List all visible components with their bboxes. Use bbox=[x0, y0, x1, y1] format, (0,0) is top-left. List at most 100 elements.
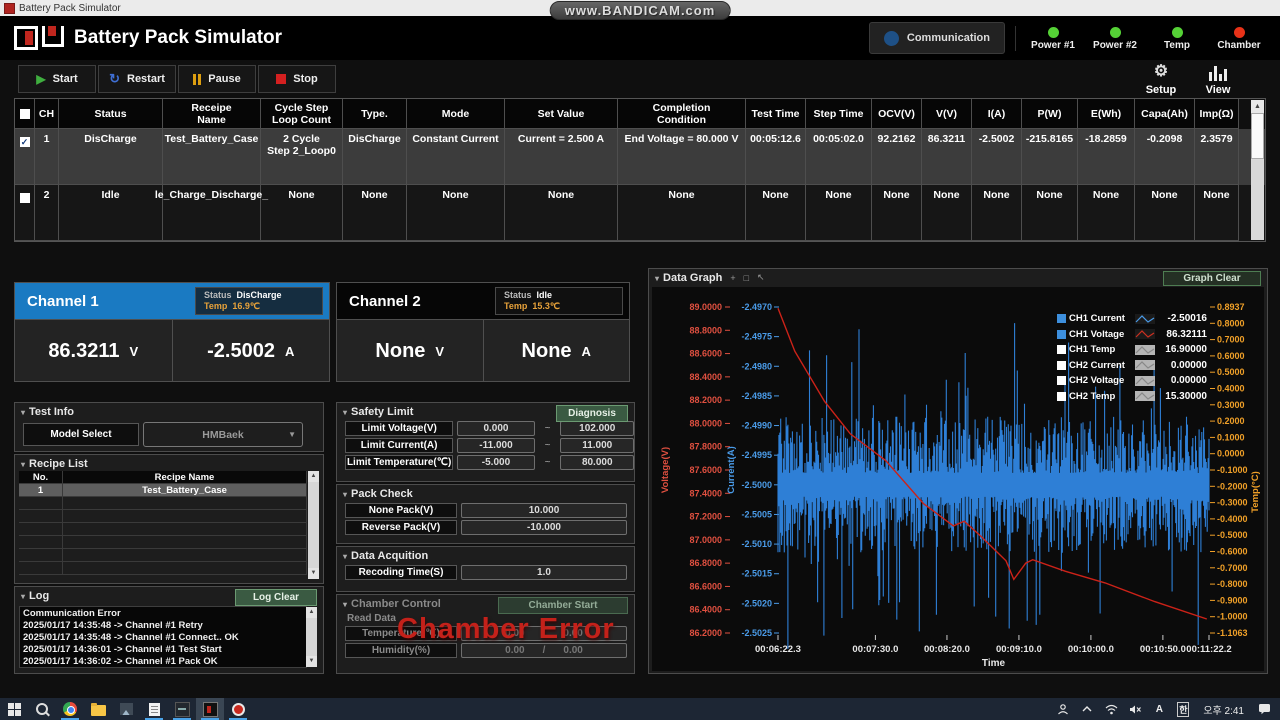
legend-checkbox[interactable] bbox=[1057, 376, 1066, 385]
table-scrollbar[interactable]: ▲ bbox=[1251, 100, 1264, 240]
limit-max-field[interactable]: 80.000 bbox=[560, 455, 634, 470]
range-tilde: ~ bbox=[545, 440, 551, 451]
row-checkbox[interactable]: ✓ bbox=[20, 137, 30, 147]
indicator-chamber: Chamber bbox=[1208, 26, 1270, 51]
view-button[interactable]: View bbox=[1195, 62, 1241, 100]
section-collapse-icon[interactable]: ▾ bbox=[343, 490, 347, 499]
pack-check-label: None Pack(V) bbox=[345, 503, 457, 518]
setup-button[interactable]: ⚙ Setup bbox=[1138, 62, 1184, 100]
safety-limit-label: Limit Voltage(V) bbox=[345, 421, 453, 436]
section-collapse-icon[interactable]: ▾ bbox=[21, 592, 25, 601]
table-cell: None bbox=[505, 185, 618, 241]
log-scrollbar[interactable]: ▲ ▼ bbox=[306, 607, 317, 667]
table-header-cell: Receipe Name bbox=[163, 99, 261, 129]
recording-time-field[interactable]: 1.0 bbox=[461, 565, 627, 580]
taskbar-search-button[interactable] bbox=[28, 698, 56, 720]
taskbar-explorer-button[interactable] bbox=[84, 698, 112, 720]
tray-volume-button[interactable] bbox=[1125, 698, 1145, 720]
graph-clear-button[interactable]: Graph Clear bbox=[1163, 271, 1261, 286]
scroll-up-icon[interactable]: ▲ bbox=[306, 607, 317, 618]
pause-button[interactable]: Pause bbox=[178, 65, 256, 93]
temp-tick-label: -0.8000 bbox=[1217, 579, 1248, 589]
section-collapse-icon[interactable]: ▾ bbox=[655, 274, 659, 283]
model-select-dropdown[interactable]: HMBaek ▼ bbox=[143, 422, 303, 447]
pack-value-field[interactable]: -10.000 bbox=[461, 520, 627, 535]
graph-zoom-tool-icon[interactable]: □ bbox=[744, 273, 749, 283]
legend-value: 0.00000 bbox=[1158, 360, 1207, 371]
app-header: Battery Pack Simulator Communication Pow… bbox=[0, 16, 1280, 60]
pack-value-field[interactable]: 10.000 bbox=[461, 503, 627, 518]
diagnosis-button[interactable]: Diagnosis bbox=[556, 405, 628, 422]
scroll-up-icon[interactable]: ▲ bbox=[308, 471, 319, 482]
table-header-checkbox-cell bbox=[15, 99, 35, 129]
section-collapse-icon[interactable]: ▾ bbox=[343, 552, 347, 561]
legend-checkbox[interactable] bbox=[1057, 345, 1066, 354]
graph-crosshair-tool-icon[interactable]: + bbox=[730, 273, 735, 283]
notification-icon bbox=[1258, 703, 1271, 715]
table-cell: None bbox=[872, 185, 922, 241]
recipe-empty-row bbox=[19, 497, 307, 510]
communication-button[interactable]: Communication bbox=[869, 22, 1005, 54]
table-row[interactable]: ✓1DisChargeTest_Battery_Case2 Cycle Step… bbox=[15, 129, 1265, 185]
tray-network-button[interactable] bbox=[1101, 698, 1121, 720]
current-tick-label: -2.5025 bbox=[741, 628, 772, 638]
taskbar-bandicam-button[interactable] bbox=[224, 698, 252, 720]
taskbar-app-button[interactable] bbox=[168, 698, 196, 720]
taskbar-battery-simulator-button[interactable] bbox=[196, 698, 224, 720]
row-checkbox[interactable] bbox=[20, 193, 30, 203]
section-collapse-icon[interactable]: ▾ bbox=[21, 460, 25, 469]
scroll-up-icon[interactable]: ▲ bbox=[1251, 100, 1264, 113]
legend-row-ch2-current: CH2 Current0.00000 bbox=[1057, 358, 1207, 374]
taskbar-chrome-button[interactable] bbox=[56, 698, 84, 720]
tray-show-hidden-button[interactable] bbox=[1077, 698, 1097, 720]
recipe-col-name: Recipe Name bbox=[63, 471, 307, 483]
voltage-tick-label: 87.6000 bbox=[689, 465, 722, 475]
restart-icon: ↻ bbox=[109, 71, 120, 87]
taskbar-photos-button[interactable] bbox=[112, 698, 140, 720]
limit-min-field[interactable]: -11.000 bbox=[457, 438, 534, 453]
recipe-row[interactable]: 1Test_Battery_Case bbox=[19, 484, 307, 497]
scroll-down-icon[interactable]: ▼ bbox=[306, 656, 317, 667]
header-checkbox[interactable] bbox=[20, 109, 30, 119]
legend-checkbox[interactable] bbox=[1057, 361, 1066, 370]
restart-button[interactable]: ↻Restart bbox=[98, 65, 176, 93]
legend-checkbox[interactable] bbox=[1057, 314, 1066, 323]
limit-max-field[interactable]: 102.000 bbox=[560, 421, 634, 436]
start-menu-button[interactable] bbox=[0, 698, 28, 720]
channel-2-name: Channel 2 bbox=[349, 293, 421, 310]
stop-button[interactable]: Stop bbox=[258, 65, 336, 93]
section-collapse-icon[interactable]: ▾ bbox=[343, 408, 347, 417]
recipe-scrollbar[interactable]: ▲ ▼ bbox=[308, 471, 319, 579]
chrome-icon bbox=[63, 702, 77, 716]
legend-checkbox[interactable] bbox=[1057, 330, 1066, 339]
tray-ime-latin-button[interactable]: A bbox=[1149, 698, 1169, 720]
table-row[interactable]: 2Idlele_Charge_Discharge_NoneNoneNoneNon… bbox=[15, 185, 1265, 241]
limit-max-field[interactable]: 11.000 bbox=[560, 438, 634, 453]
table-header-cell: Imp(Ω) bbox=[1195, 99, 1239, 129]
section-collapse-icon[interactable]: ▾ bbox=[21, 408, 25, 417]
section-collapse-icon[interactable]: ▾ bbox=[343, 600, 347, 609]
scroll-thumb[interactable] bbox=[1251, 113, 1264, 159]
legend-row-ch2-temp: CH2 Temp15.30000 bbox=[1057, 389, 1207, 405]
tray-notification-button[interactable] bbox=[1254, 698, 1274, 720]
limit-min-field[interactable]: 0.000 bbox=[457, 421, 534, 436]
taskbar-clock[interactable]: 오후 2:41 bbox=[1197, 702, 1250, 717]
windows-taskbar: A 한 오후 2:41 bbox=[0, 698, 1280, 720]
limit-min-field[interactable]: -5.000 bbox=[457, 455, 534, 470]
range-tilde: ~ bbox=[545, 423, 551, 434]
model-select-button[interactable]: Model Select bbox=[23, 423, 139, 446]
scroll-down-icon[interactable]: ▼ bbox=[308, 568, 319, 579]
legend-checkbox[interactable] bbox=[1057, 392, 1066, 401]
tray-people-button[interactable] bbox=[1053, 698, 1073, 720]
tray-ime-korean-button[interactable]: 한 bbox=[1173, 698, 1193, 720]
start-button[interactable]: ▶Start bbox=[18, 65, 96, 93]
chamber-start-button[interactable]: Chamber Start bbox=[498, 597, 628, 614]
legend-value: -2.50016 bbox=[1158, 313, 1207, 324]
current-tick-label: -2.5005 bbox=[741, 509, 772, 519]
graph-pan-tool-icon[interactable]: ↖ bbox=[757, 272, 765, 283]
recipe-empty-row bbox=[19, 510, 307, 523]
table-cell: -2.5002 bbox=[972, 129, 1022, 185]
taskbar-notepad-button[interactable] bbox=[140, 698, 168, 720]
log-clear-button[interactable]: Log Clear bbox=[235, 589, 317, 606]
table-cell: 86.3211 bbox=[922, 129, 972, 185]
